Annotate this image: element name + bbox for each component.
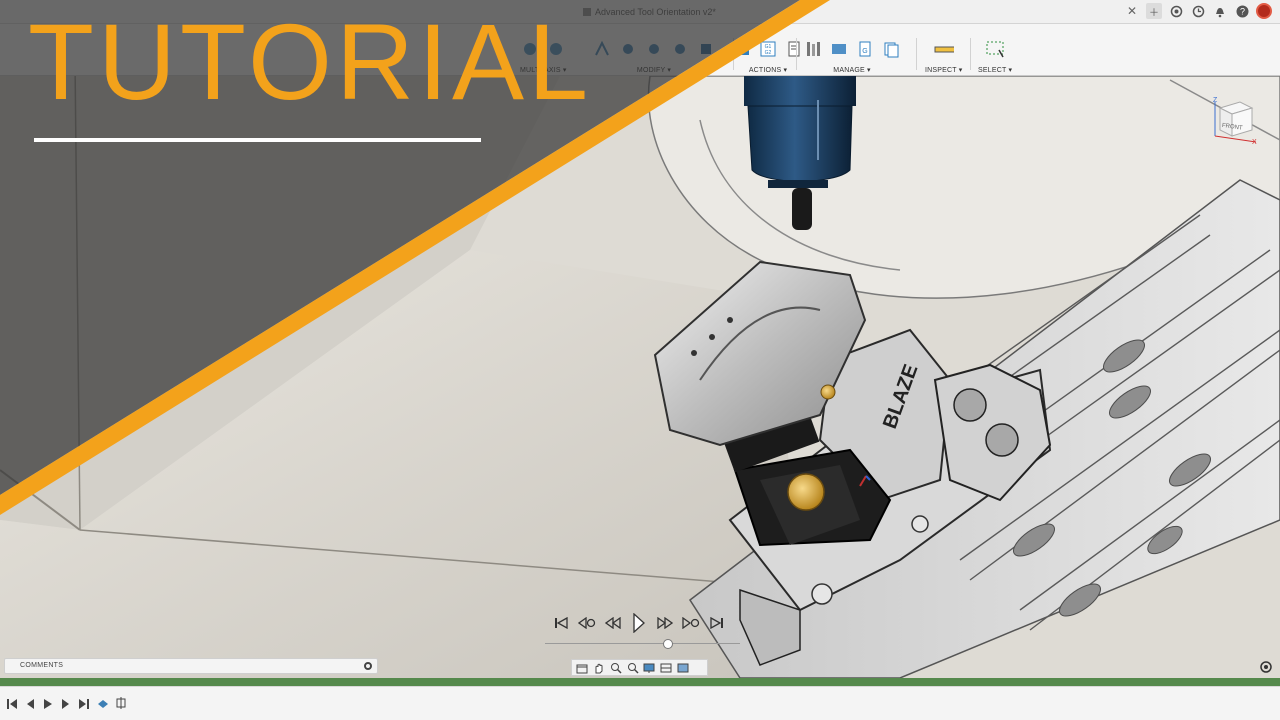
comments-label: COMMENTS <box>20 662 64 669</box>
fast-forward-icon[interactable] <box>656 614 674 632</box>
status-strip <box>0 678 1280 686</box>
svg-text:?: ? <box>1239 6 1244 16</box>
timeline-play-icon[interactable] <box>42 699 54 709</box>
timeline-next-icon[interactable] <box>60 699 72 709</box>
playback-slider-handle[interactable] <box>663 639 673 649</box>
comments-panel[interactable]: COMMENTS <box>4 658 378 674</box>
axis-x-label: X <box>1252 139 1257 144</box>
modify-move-icon[interactable] <box>618 39 638 59</box>
skip-start-icon[interactable] <box>552 614 570 632</box>
simulate-icon[interactable] <box>732 39 752 59</box>
toolbar-label-modify: MODIFY ▾ <box>636 67 672 74</box>
axis-z-label: Z <box>1213 97 1218 104</box>
setup-sheet-icon[interactable] <box>784 39 804 59</box>
toolbar-group-manage[interactable]: G MANAGE ▾ <box>803 24 901 76</box>
toolbar-group-select[interactable]: SELECT ▾ <box>978 24 1012 76</box>
new-tab-icon[interactable]: ＋ <box>1146 3 1162 19</box>
timeline-feature-joint-icon[interactable] <box>114 696 128 710</box>
post-process-icon[interactable]: G1 G2 <box>758 39 778 59</box>
measure-icon[interactable] <box>934 39 954 59</box>
rewind-icon[interactable] <box>604 614 622 632</box>
document-tab[interactable]: Advanced Tool Orientation v2* <box>583 7 716 17</box>
view-cube[interactable]: Z X FRONT <box>1210 96 1258 146</box>
timeline-prev-icon[interactable] <box>24 699 36 709</box>
grid-icon[interactable] <box>660 662 674 674</box>
post-library-icon[interactable]: G <box>855 39 875 59</box>
display-settings-icon[interactable] <box>643 662 657 674</box>
toolbar-label-inspect: INSPECT ▾ <box>925 67 963 74</box>
toolbar-group-actions[interactable]: G1 G2 ACTIONS ▾ <box>732 24 804 76</box>
user-avatar[interactable] <box>1256 3 1272 19</box>
play-icon[interactable] <box>630 613 648 633</box>
simulation-playback <box>552 612 732 634</box>
viewports-icon[interactable] <box>677 662 691 674</box>
comments-toggle-icon[interactable] <box>364 662 372 670</box>
document-title: Advanced Tool Orientation v2* <box>595 7 716 17</box>
toolbar-label-manage: MANAGE ▾ <box>833 67 871 74</box>
modify-trim-icon[interactable] <box>592 39 612 59</box>
notifications-icon[interactable] <box>1212 3 1228 19</box>
modify-link-icon[interactable] <box>696 39 716 59</box>
tutorial-underline <box>34 138 481 142</box>
tool-library-icon[interactable] <box>803 39 823 59</box>
skip-end-icon[interactable] <box>708 614 726 632</box>
step-forward-icon[interactable] <box>682 614 700 632</box>
svg-text:G2: G2 <box>765 50 772 56</box>
timeline-bar <box>0 686 1280 720</box>
pan-icon[interactable] <box>592 662 606 674</box>
extensions-icon[interactable] <box>1168 3 1184 19</box>
close-tab-icon[interactable]: ✕ <box>1124 4 1140 18</box>
timeline-feature-component-icon[interactable] <box>96 696 110 710</box>
look-at-icon[interactable] <box>609 662 623 674</box>
navigation-bar <box>571 659 708 676</box>
timeline-start-icon[interactable] <box>6 699 18 709</box>
playback-slider-track[interactable] <box>545 643 740 644</box>
zoom-icon[interactable] <box>626 662 640 674</box>
select-window-icon[interactable] <box>985 39 1005 59</box>
toolbar-label-select: SELECT ▾ <box>978 67 1013 74</box>
help-icon[interactable]: ? <box>1234 3 1250 19</box>
machine-library-icon[interactable] <box>829 39 849 59</box>
toolbar-label-actions: ACTIONS ▾ <box>748 67 788 74</box>
toolbar-group-inspect[interactable]: INSPECT ▾ <box>925 24 962 76</box>
modify-rotate-icon[interactable] <box>644 39 664 59</box>
job-status-icon[interactable] <box>1190 3 1206 19</box>
lock-view-icon[interactable] <box>1260 661 1272 673</box>
tutorial-heading: TUTORIAL <box>28 1 593 122</box>
template-library-icon[interactable] <box>881 39 901 59</box>
toolbar-group-modify[interactable]: MODIFY ▾ <box>592 24 716 76</box>
svg-text:G: G <box>862 48 867 55</box>
modify-reverse-icon[interactable] <box>670 39 690 59</box>
timeline-end-icon[interactable] <box>78 699 90 709</box>
orbit-icon[interactable] <box>575 662 589 674</box>
step-back-icon[interactable] <box>578 614 596 632</box>
